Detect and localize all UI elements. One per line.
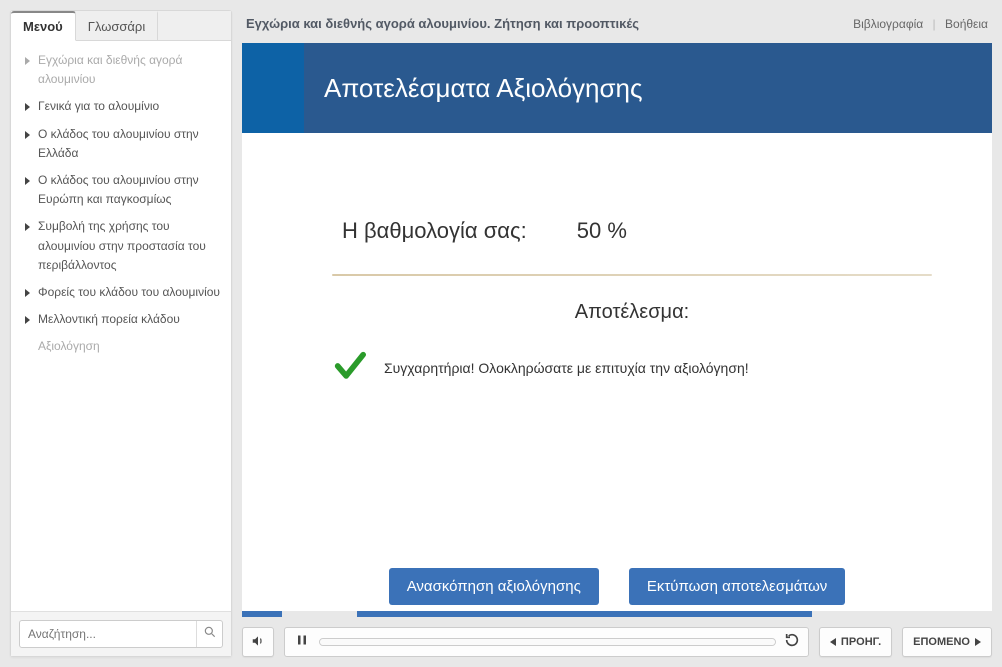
next-label: ΕΠΟΜΕΝΟ	[913, 636, 970, 648]
link-bibliography[interactable]: Βιβλιογραφία	[853, 17, 923, 31]
top-links: Βιβλιογραφία | Βοήθεια	[853, 17, 988, 31]
menu-item[interactable]: Γενικά για το αλουμίνιο	[11, 93, 231, 120]
score-label: Η βαθμολογία σας:	[342, 218, 527, 244]
chevron-right-icon	[975, 638, 981, 646]
sidebar: Μενού Γλωσσάρι Εγχώρια και διεθνής αγορά…	[10, 10, 232, 657]
menu-item-label: Αξιολόγηση	[38, 337, 100, 356]
sidebar-tabs: Μενού Γλωσσάρι	[11, 11, 231, 41]
menu-item-label: Ο κλάδος του αλουμινίου στην Ελλάδα	[38, 125, 221, 163]
menu-item-label: Ο κλάδος του αλουμινίου στην Ευρώπη και …	[38, 171, 221, 209]
menu-item[interactable]: Εγχώρια και διεθνής αγορά αλουμινίου	[11, 47, 231, 93]
next-button[interactable]: ΕΠΟΜΕΝΟ	[902, 627, 992, 657]
link-help[interactable]: Βοήθεια	[945, 17, 988, 31]
banner-title: Αποτελέσματα Αξιολόγησης	[304, 43, 992, 133]
search-area	[11, 611, 231, 656]
page-title: Εγχώρια και διεθνής αγορά αλουμινίου. Ζή…	[246, 16, 639, 31]
chevron-right-icon	[25, 177, 30, 185]
menu-list: Εγχώρια και διεθνής αγορά αλουμινίου Γεν…	[11, 41, 231, 611]
menu-item-label: Μελλοντική πορεία κλάδου	[38, 310, 180, 329]
chevron-right-icon	[25, 103, 30, 111]
print-button[interactable]: Εκτύπωση αποτελεσμάτων	[629, 568, 845, 605]
volume-icon	[251, 634, 265, 651]
result-message: Συγχαρητήρια! Ολοκληρώσατε με επιτυχία τ…	[384, 360, 749, 376]
search-icon	[203, 625, 217, 644]
main: Εγχώρια και διεθνής αγορά αλουμινίου. Ζή…	[242, 10, 992, 657]
score-line: Η βαθμολογία σας: 50 %	[342, 218, 932, 244]
menu-item[interactable]: Συμβολή της χρήσης του αλουμινίου στην π…	[11, 213, 231, 279]
chevron-right-icon	[25, 57, 30, 65]
seek-track[interactable]	[319, 638, 776, 646]
chevron-left-icon	[830, 638, 836, 646]
topbar: Εγχώρια και διεθνής αγορά αλουμινίου. Ζή…	[242, 10, 992, 33]
tab-glossary[interactable]: Γλωσσάρι	[76, 11, 158, 40]
menu-item[interactable]: Αξιολόγηση	[11, 333, 231, 360]
divider	[332, 274, 932, 276]
prev-button[interactable]: ΠΡΟΗΓ.	[819, 627, 892, 657]
banner-accent	[242, 43, 304, 133]
seek-bar	[284, 627, 809, 657]
menu-item[interactable]: Μελλοντική πορεία κλάδου	[11, 306, 231, 333]
replay-icon	[784, 632, 800, 653]
search-box	[19, 620, 223, 648]
chevron-right-icon	[25, 316, 30, 324]
progress-segment	[357, 611, 812, 617]
search-button[interactable]	[196, 621, 222, 647]
result-message-row: Συγχαρητήρια! Ολοκληρώσατε με επιτυχία τ…	[332, 349, 932, 386]
search-input[interactable]	[20, 622, 196, 646]
chevron-right-icon	[25, 223, 30, 231]
separator: |	[933, 17, 936, 31]
menu-item[interactable]: Ο κλάδος του αλουμινίου στην Ελλάδα	[11, 121, 231, 167]
content: Αποτελέσματα Αξιολόγησης Η βαθμολογία σα…	[242, 43, 992, 617]
menu-item-label: Γενικά για το αλουμίνιο	[38, 97, 159, 116]
menu-item[interactable]: Ο κλάδος του αλουμινίου στην Ευρώπη και …	[11, 167, 231, 213]
menu-item-label: Φορείς του κλάδου του αλουμινίου	[38, 283, 220, 302]
score-value: 50 %	[577, 218, 627, 244]
pause-button[interactable]	[293, 633, 311, 651]
action-buttons: Ανασκόπηση αξιολόγησης Εκτύπωση αποτελεσ…	[242, 568, 992, 605]
chevron-right-icon	[25, 289, 30, 297]
menu-item[interactable]: Φορείς του κλάδου του αλουμινίου	[11, 279, 231, 306]
replay-button[interactable]	[784, 632, 800, 653]
seek-fill	[320, 639, 775, 645]
progress-segment	[242, 611, 282, 617]
menu-item-label: Εγχώρια και διεθνής αγορά αλουμινίου	[38, 51, 221, 89]
chevron-right-icon	[25, 131, 30, 139]
player-controls: ΠΡΟΗΓ. ΕΠΟΜΕΝΟ	[242, 627, 992, 657]
volume-button[interactable]	[242, 627, 274, 657]
result-heading: Αποτέλεσμα:	[332, 301, 932, 324]
prev-label: ΠΡΟΗΓ.	[841, 636, 881, 648]
banner: Αποτελέσματα Αξιολόγησης	[242, 43, 992, 133]
pause-icon	[296, 633, 308, 651]
review-button[interactable]: Ανασκόπηση αξιολόγησης	[389, 568, 599, 605]
results-area: Η βαθμολογία σας: 50 % Αποτέλεσμα: Συγχα…	[242, 133, 992, 406]
check-icon	[332, 349, 366, 386]
menu-item-label: Συμβολή της χρήσης του αλουμινίου στην π…	[38, 217, 221, 275]
progress-strip	[242, 611, 992, 617]
tab-menu[interactable]: Μενού	[11, 11, 76, 41]
